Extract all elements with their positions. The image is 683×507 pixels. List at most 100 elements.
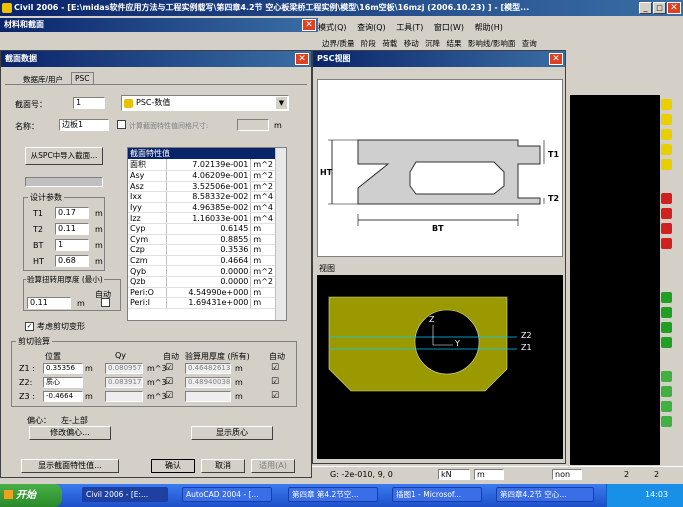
tab-query[interactable]: 查询 (522, 39, 537, 48)
shear-pos-input[interactable]: 质心 (43, 377, 83, 388)
minimize-button[interactable]: _ (639, 2, 652, 14)
zoom-in-icon[interactable] (661, 99, 672, 110)
taskbar-item-word2[interactable]: 插图1 - Microsof... (392, 487, 482, 502)
view-canvas[interactable]: Z Y Z2 Z1 (317, 275, 563, 459)
menu-item-mode[interactable]: 模式(Q) (318, 23, 347, 32)
shear-auto-checkbox[interactable]: ☑ (165, 363, 173, 373)
arrow-right-icon[interactable] (661, 208, 672, 219)
show-centroid-button[interactable]: 显示质心 (191, 426, 273, 440)
section-type-value: PSC-数值 (136, 98, 171, 107)
param-t2-input[interactable]: 0.11 (55, 223, 89, 235)
arrow-up-icon[interactable] (661, 223, 672, 234)
slider-track[interactable] (25, 177, 103, 187)
rotate-icon-2[interactable] (661, 386, 672, 397)
shear-qy-input[interactable] (105, 391, 143, 402)
pan-icon[interactable] (661, 159, 672, 170)
tab-settlement[interactable]: 沉降 (425, 39, 440, 48)
close-app-button[interactable]: ✕ (667, 2, 681, 14)
taskbar-item-folder[interactable]: 第四章4.2节 空心... (496, 487, 594, 502)
section-no-input[interactable]: 1 (73, 97, 105, 109)
shear-pos-input[interactable]: -0.4664 (43, 391, 83, 402)
shear-pos-input[interactable]: 0.35356 (43, 363, 83, 374)
section-drawing: HT T1 T2 BT (317, 79, 563, 257)
shear-auto-checkbox[interactable]: ☑ (165, 391, 173, 401)
consider-shear-checkbox[interactable]: ✓ (25, 321, 34, 331)
taskbar-item-word1[interactable]: 第四章 第4.2节空... (288, 487, 378, 502)
shear-auto-checkbox[interactable]: ☑ (165, 377, 173, 387)
prop-name: Cyp (128, 223, 167, 235)
axis-z2: Z2 (521, 331, 532, 340)
close-psc-view-button[interactable]: ✕ (549, 53, 563, 65)
min-auto-checkbox[interactable] (101, 298, 110, 309)
tab-psc[interactable]: PSC (71, 72, 94, 84)
arrow-down-icon[interactable] (661, 238, 672, 249)
zoom-out-icon[interactable] (661, 114, 672, 125)
view-green-icon-4[interactable] (661, 337, 672, 348)
shear-thick-input[interactable] (185, 391, 231, 402)
close-dialog-button[interactable]: ✕ (295, 53, 309, 65)
zoom-window-icon[interactable] (661, 129, 672, 140)
tab-moving[interactable]: 移动 (404, 39, 419, 48)
start-button[interactable]: 开始 (0, 484, 62, 507)
menu-item-help[interactable]: 帮助(H) (475, 23, 503, 32)
shear-pos-unit: m (85, 364, 93, 373)
right-toolbar (660, 95, 683, 465)
prop-value: 1.69431e+000 (166, 297, 252, 309)
view-green-icon-1[interactable] (661, 292, 672, 303)
close-left-panel-button[interactable]: ✕ (302, 19, 316, 31)
prop-unit: m^2 (250, 265, 276, 277)
calc-input[interactable] (237, 119, 269, 131)
shear-thick-input[interactable]: 0.464826133 (185, 363, 231, 374)
tab-database-user[interactable]: 数据库/用户 (23, 74, 63, 85)
zoom-fit-icon[interactable] (661, 144, 672, 155)
section-type-select[interactable]: PSC-数值 ▼ (121, 95, 289, 111)
view-green-icon-3[interactable] (661, 322, 672, 333)
shear-auto2-checkbox[interactable]: ☑ (271, 363, 279, 373)
shear-qy-input[interactable]: 0.0839171 (105, 377, 143, 388)
prop-value: 0.8855 (166, 234, 252, 246)
tab-influence[interactable]: 影响线/影响面 (468, 39, 516, 48)
rotate-icon-1[interactable] (661, 371, 672, 382)
view-green-icon-2[interactable] (661, 307, 672, 318)
prop-name: Peri:O (128, 287, 167, 299)
shear-thick-input[interactable]: 0.489400382 (185, 377, 231, 388)
calc-checkbox[interactable] (117, 120, 126, 131)
min-thickness-input[interactable]: 0.11 (27, 297, 71, 309)
param-ht-input[interactable]: 0.68 (55, 255, 89, 267)
rotate-icon-3[interactable] (661, 401, 672, 412)
shear-qy-unit: m^3 (147, 378, 167, 387)
tab-boundary[interactable]: 边界/质量 (322, 39, 355, 48)
shear-auto2-checkbox[interactable]: ☑ (271, 391, 279, 401)
rotate-icon-4[interactable] (661, 416, 672, 427)
tab-stage[interactable]: 阶段 (361, 39, 376, 48)
shear-qy-input[interactable]: 0.0809578 (105, 363, 143, 374)
cancel-button[interactable]: 取消 (201, 459, 245, 473)
maximize-button[interactable]: □ (653, 2, 666, 14)
ok-button[interactable]: 确认 (151, 459, 195, 473)
taskbar-item-civil[interactable]: Civil 2006 - [E:... (82, 487, 168, 502)
main-viewport[interactable] (570, 95, 660, 465)
shear-auto2-checkbox[interactable]: ☑ (271, 377, 279, 387)
none-select[interactable]: non (552, 469, 582, 480)
modify-offset-button[interactable]: 修改偏心... (29, 426, 111, 440)
status-bar: G: -2e-010, 9, 0 kN m non 2 2 (312, 466, 683, 482)
props-table-container[interactable]: 截面特性值 面积 7.02139e-001 m^2 Asy 4.06209e-001 m^… (127, 147, 287, 321)
name-input[interactable]: 边板1 (59, 119, 109, 131)
taskbar-item-autocad[interactable]: AutoCAD 2004 - [... (182, 487, 272, 502)
prop-value: 0.6145 (166, 223, 252, 235)
unit-force-select[interactable]: kN (438, 469, 470, 480)
show-props-button[interactable]: 显示截面特性值... (21, 459, 119, 473)
apply-button[interactable]: 适用(A) (251, 459, 295, 473)
menu-item-query[interactable]: 查询(Q) (357, 23, 386, 32)
param-t1-input[interactable]: 0.17 (55, 207, 89, 219)
prop-unit: m (250, 223, 276, 235)
menu-item-window[interactable]: 窗口(W) (434, 23, 464, 32)
menu-item-tools[interactable]: 工具(T) (396, 23, 423, 32)
import-spc-button[interactable]: 从SPC中导入截面... (25, 147, 103, 165)
param-bt-input[interactable]: 1 (55, 239, 89, 251)
arrow-left-icon[interactable] (661, 193, 672, 204)
tab-result[interactable]: 结果 (446, 39, 461, 48)
props-scrollbar[interactable] (275, 148, 286, 320)
unit-length-select[interactable]: m (474, 469, 504, 480)
tab-load[interactable]: 荷载 (382, 39, 397, 48)
